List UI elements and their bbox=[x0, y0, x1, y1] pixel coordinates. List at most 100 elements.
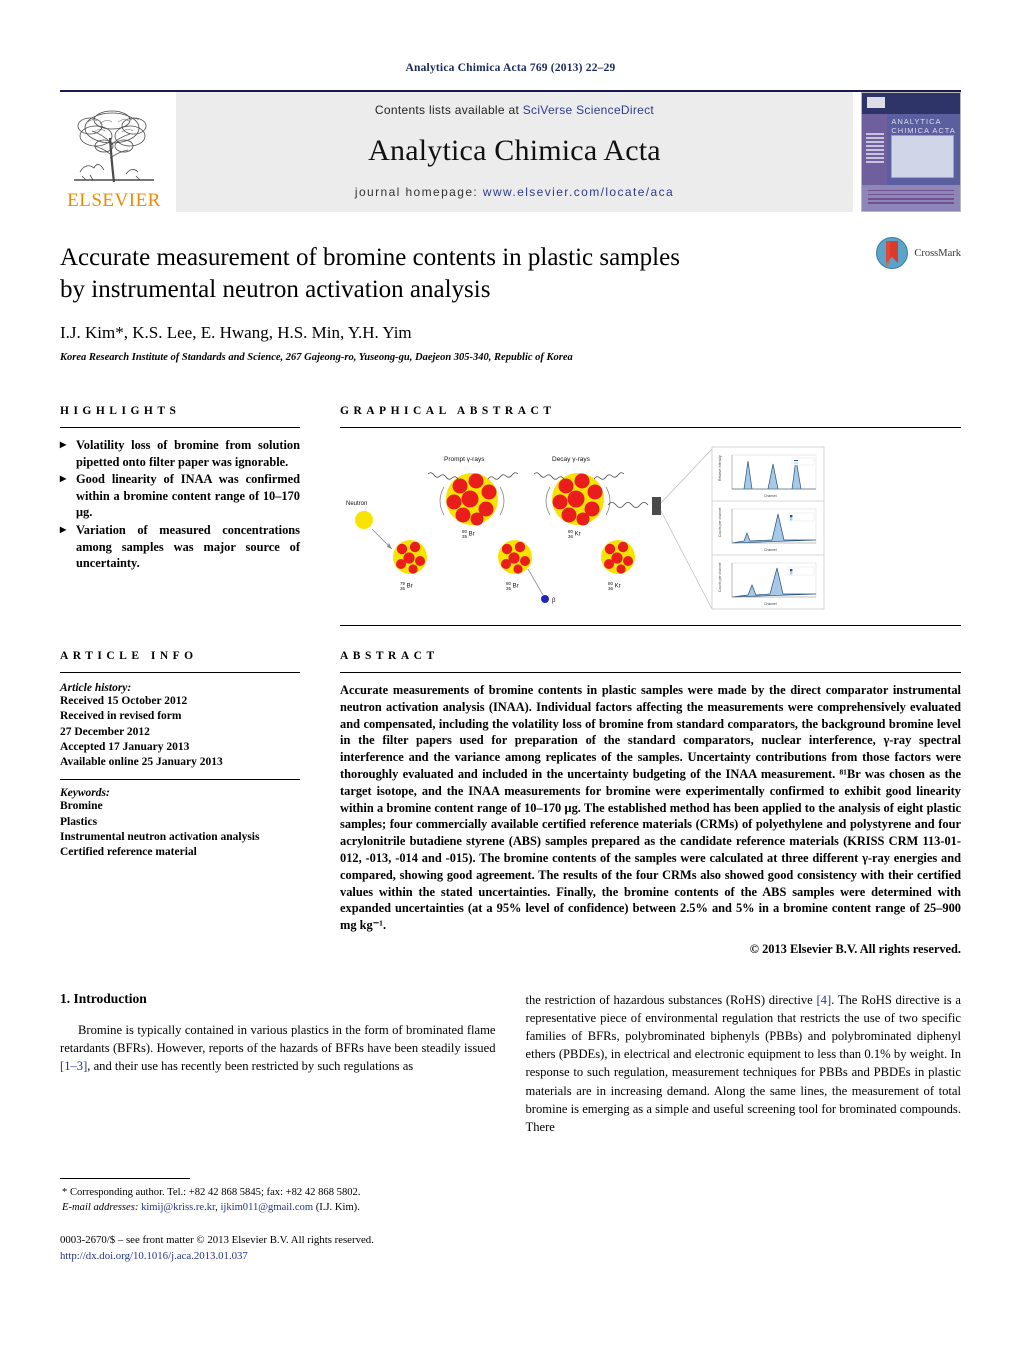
highlights-list: Volatility loss of bromine from solution… bbox=[60, 436, 300, 572]
contents-available-line: Contents lists available at SciVerse Sci… bbox=[375, 103, 654, 117]
elsevier-wordmark: ELSEVIER bbox=[67, 190, 161, 211]
page-title: Accurate measurement of bromine contents… bbox=[60, 242, 750, 305]
crossmark-icon[interactable] bbox=[875, 236, 909, 270]
svg-text:Prompt γ-rays: Prompt γ-rays bbox=[444, 456, 485, 463]
svg-text:Counts per channel: Counts per channel bbox=[718, 507, 722, 537]
graphical-abstract-divider bbox=[340, 427, 961, 428]
doi-link[interactable]: http://dx.doi.org/10.1016/j.aca.2013.01.… bbox=[60, 1249, 500, 1265]
intro-right-start: the restriction of hazardous substances … bbox=[525, 992, 817, 1007]
body-column-right: the restriction of hazardous substances … bbox=[526, 991, 962, 1136]
elsevier-tree-icon bbox=[74, 110, 154, 183]
corresponding-author-note: * Corresponding author. Tel.: +82 42 868… bbox=[62, 1187, 361, 1198]
intro-right-end: . The RoHS directive is a representative… bbox=[525, 992, 962, 1134]
highlights-column: HIGHLIGHTS Volatility loss of bromine fr… bbox=[60, 405, 300, 626]
issn-copyright-line: 0003-2670/$ – see front matter © 2013 El… bbox=[60, 1234, 374, 1246]
cover-side-text-lines bbox=[865, 133, 884, 165]
svg-text:7935 Br: 79 35 Br bbox=[400, 581, 413, 591]
email-link-1[interactable]: kimij@kriss.re.kr bbox=[141, 1202, 215, 1213]
graphical-abstract-bottom-divider bbox=[340, 625, 961, 626]
keyword-item: Certified reference material bbox=[60, 846, 197, 859]
article-body: 1. Introduction Bromine is typically con… bbox=[60, 991, 961, 1136]
contents-prefix: Contents lists available at bbox=[374, 103, 523, 117]
highlights-graphical-row: HIGHLIGHTS Volatility loss of bromine fr… bbox=[60, 405, 961, 626]
keyword-item: Instrumental neutron activation analysis bbox=[60, 830, 260, 843]
list-item: Volatility loss of bromine from solution… bbox=[60, 436, 300, 470]
history-line: Available online 25 January 2013 bbox=[60, 756, 223, 769]
svg-text:Channel: Channel bbox=[764, 548, 777, 552]
inaa-decay-diagram: Neutron 79 35 Br 80 35 Br 80 36 Kr β 80 … bbox=[346, 446, 825, 610]
journal-homepage-line: journal homepage: www.elsevier.com/locat… bbox=[355, 185, 674, 199]
svg-text:8036 Kr: 80 36 Kr bbox=[568, 529, 581, 539]
body-column-left: 1. Introduction Bromine is typically con… bbox=[60, 991, 496, 1136]
keywords-divider bbox=[60, 779, 300, 781]
cover-artwork bbox=[891, 135, 955, 178]
email-label: E-mail addresses: bbox=[62, 1201, 139, 1213]
journal-cover-thumbnail[interactable]: ANALYTICA CHIMICA ACTA bbox=[861, 92, 961, 212]
article-title-block: Accurate measurement of bromine contents… bbox=[60, 212, 961, 363]
history-line: 27 December 2012 bbox=[60, 725, 150, 738]
abstract-column: ABSTRACT Accurate measurements of bromin… bbox=[340, 650, 961, 957]
cover-publisher-logo bbox=[866, 96, 885, 109]
reference-link-4[interactable]: [4] bbox=[816, 993, 831, 1007]
highlights-divider bbox=[60, 427, 300, 428]
svg-text:8035 Br: 80 35 Br bbox=[462, 529, 475, 539]
history-line: Received in revised form bbox=[60, 710, 182, 723]
elsevier-logo: ELSEVIER bbox=[60, 92, 168, 212]
article-info-heading: ARTICLE INFO bbox=[60, 650, 198, 662]
svg-text:Channel: Channel bbox=[764, 494, 777, 498]
svg-text:β: β bbox=[552, 598, 556, 604]
list-item: Good linearity of INAA was confirmed wit… bbox=[60, 470, 300, 521]
articleinfo-abstract-row: ARTICLE INFO Article history: Received 1… bbox=[60, 650, 961, 957]
svg-text:Counts per channel: Counts per channel bbox=[718, 562, 722, 592]
svg-text:Neutron: Neutron bbox=[346, 501, 367, 507]
sciencedirect-link[interactable]: SciVerse ScienceDirect bbox=[523, 103, 654, 117]
abstract-text: Accurate measurements of bromine content… bbox=[340, 683, 961, 933]
intro-paragraph-right: the restriction of hazardous substances … bbox=[526, 991, 962, 1136]
email-author-name: (I.J. Kim). bbox=[313, 1201, 360, 1213]
intro-paragraph-left: Bromine is typically contained in variou… bbox=[60, 1021, 496, 1075]
email-link-2[interactable]: ijkim011@gmail.com bbox=[220, 1202, 313, 1213]
title-line-2: by instrumental neutron activation analy… bbox=[60, 275, 491, 303]
graphical-abstract-column: GRAPHICAL ABSTRACT Neutron 79 35 Br 80 3… bbox=[340, 405, 961, 626]
article-history-label: Article history: bbox=[60, 682, 132, 694]
article-info-divider bbox=[60, 672, 300, 673]
section-heading-introduction: 1. Introduction bbox=[60, 990, 147, 1006]
svg-text:8035 Br: 80 35 Br bbox=[506, 581, 519, 591]
homepage-url-link[interactable]: www.elsevier.com/locate/aca bbox=[483, 185, 674, 199]
journal-masthead: ELSEVIER Contents lists available at Sci… bbox=[60, 90, 961, 212]
history-line: Accepted 17 January 2013 bbox=[60, 740, 190, 753]
reference-link-1-3[interactable]: [1–3] bbox=[60, 1059, 87, 1073]
journal-title: Analytica Chimica Acta bbox=[368, 134, 661, 167]
intro-left-start: Bromine is typically contained in variou… bbox=[60, 1022, 496, 1056]
cover-title-line2: CHIMICA ACTA bbox=[891, 125, 956, 135]
affiliation: Korea Research Institute of Standards an… bbox=[60, 352, 573, 363]
title-line-1: Accurate measurement of bromine contents… bbox=[60, 244, 680, 271]
svg-text:Decay γ-rays: Decay γ-rays bbox=[552, 456, 591, 463]
cover-title-line1: ANALYTICA bbox=[891, 116, 942, 126]
imprint-block: 0003-2670/$ – see front matter © 2013 El… bbox=[60, 1233, 500, 1264]
cover-journal-title: ANALYTICA CHIMICA ACTA bbox=[891, 117, 955, 136]
footnote-rule bbox=[60, 1178, 190, 1179]
graphical-abstract-figure: Neutron 79 35 Br 80 35 Br 80 36 Kr β 80 … bbox=[340, 437, 961, 617]
author-list: I.J. Kim*, K.S. Lee, E. Hwang, H.S. Min,… bbox=[60, 323, 412, 342]
journal-article-page: Analytica Chimica Acta 769 (2013) 22–29 bbox=[0, 0, 1021, 1351]
footnote-block: * Corresponding author. Tel.: +82 42 868… bbox=[60, 1178, 488, 1216]
intro-left-end: , and their use has recently been restri… bbox=[87, 1059, 414, 1074]
running-head: Analytica Chimica Acta 769 (2013) 22–29 bbox=[405, 62, 616, 74]
list-item: Variation of measured concentrations amo… bbox=[60, 521, 300, 572]
keyword-item: Bromine bbox=[60, 800, 103, 813]
journal-band: Contents lists available at SciVerse Sci… bbox=[176, 92, 853, 212]
svg-text:Channel: Channel bbox=[764, 602, 777, 606]
graphical-abstract-heading: GRAPHICAL ABSTRACT bbox=[340, 405, 556, 417]
article-info-column: ARTICLE INFO Article history: Received 1… bbox=[60, 650, 300, 957]
svg-text:Relative intensity: Relative intensity bbox=[718, 455, 722, 481]
keyword-item: Plastics bbox=[60, 815, 98, 828]
homepage-prefix: journal homepage: bbox=[354, 185, 483, 199]
crossmark-label: CrossMark bbox=[914, 247, 961, 259]
cover-bottom-text-lines bbox=[867, 189, 955, 207]
keywords-label: Keywords: bbox=[60, 787, 110, 800]
highlights-heading: HIGHLIGHTS bbox=[60, 405, 181, 417]
crossmark-badge[interactable]: CrossMark bbox=[875, 236, 961, 270]
history-line: Received 15 October 2012 bbox=[60, 695, 188, 707]
abstract-divider bbox=[340, 672, 961, 673]
